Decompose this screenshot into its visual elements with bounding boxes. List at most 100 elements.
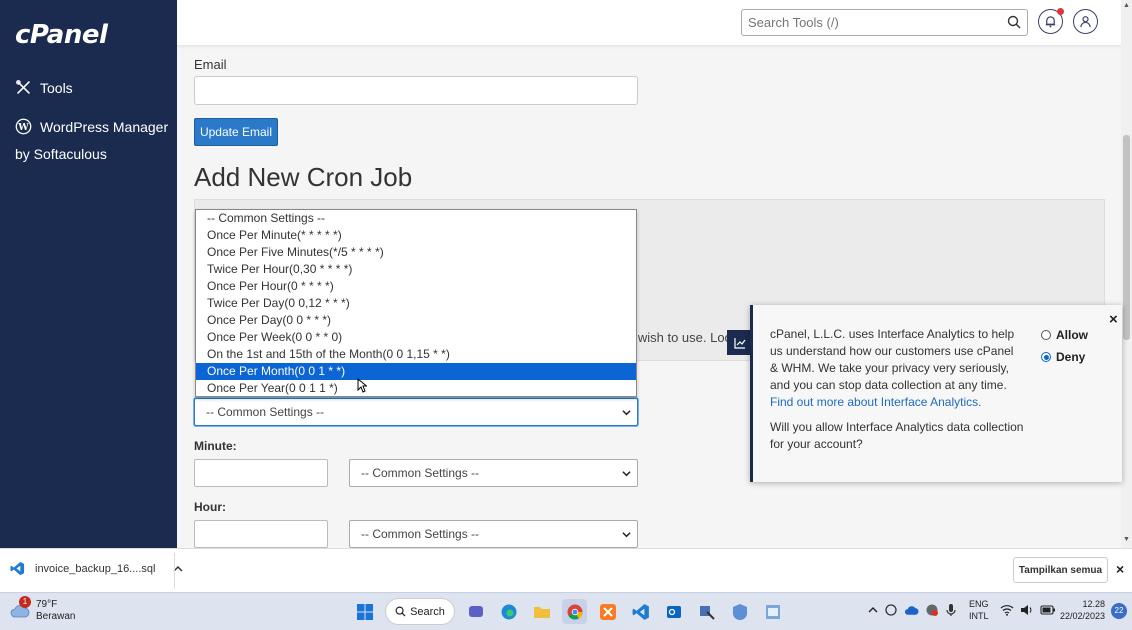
- notification-count-badge[interactable]: 22: [1111, 603, 1127, 619]
- chevron-down-icon: [622, 471, 631, 477]
- security-icon[interactable]: [925, 603, 939, 617]
- file-explorer-app[interactable]: [529, 599, 554, 624]
- search-tools-box[interactable]: [741, 9, 1028, 36]
- sync-icon[interactable]: [884, 603, 898, 617]
- dropdown-option[interactable]: Twice Per Hour(0,30 * * * *): [196, 261, 636, 278]
- teams-app[interactable]: [463, 599, 488, 624]
- app-icon-3[interactable]: [760, 599, 785, 624]
- analytics-question: Will you allow Interface Analytics data …: [770, 420, 1024, 451]
- update-email-button[interactable]: Update Email: [194, 118, 278, 146]
- common-settings-dropdown-list[interactable]: -- Common Settings -- Once Per Minute(* …: [195, 209, 637, 397]
- taskbar-search-label: Search: [410, 605, 445, 618]
- analytics-consent-popup: cPanel, L.L.C. uses Interface Analytics …: [750, 305, 1122, 482]
- xampp-icon: [599, 603, 616, 620]
- system-clock[interactable]: 12.28 22/02/2023: [1060, 598, 1105, 622]
- svg-text:W: W: [17, 122, 29, 133]
- outlook-app[interactable]: [661, 599, 686, 624]
- deny-radio[interactable]: [1041, 352, 1051, 362]
- dropdown-option[interactable]: Once Per Hour(0 * * * *): [196, 278, 636, 295]
- lang-line-2: INTL: [969, 611, 989, 621]
- hour-label: Hour:: [194, 500, 226, 514]
- weather-temp: 79°F: [36, 599, 58, 610]
- dropdown-option[interactable]: Once Per Day(0 0 * * *): [196, 312, 636, 329]
- mouse-cursor-icon: [357, 378, 367, 393]
- wordpress-icon: W: [15, 118, 32, 135]
- chrome-app[interactable]: [562, 599, 587, 624]
- vscode-app[interactable]: [628, 599, 653, 624]
- dropdown-option-highlighted[interactable]: Once Per Month(0 0 1 * *): [196, 363, 636, 380]
- analytics-learn-more-link[interactable]: Find out more about Interface Analytics.: [770, 395, 981, 409]
- edge-icon: [501, 604, 516, 619]
- weather-widget[interactable]: 1 79°F Berawan: [10, 596, 75, 623]
- bell-icon: [1045, 16, 1056, 28]
- cpanel-logo[interactable]: cPanel: [15, 20, 108, 50]
- hour-common-select[interactable]: -- Common Settings --: [349, 520, 638, 548]
- download-item[interactable]: invoice_backup_16....sql: [10, 561, 183, 576]
- dropdown-option[interactable]: Once Per Minute(* * * * *): [196, 227, 636, 244]
- dropdown-option[interactable]: Once Per Week(0 0 * * 0): [196, 329, 636, 346]
- download-filename: invoice_backup_16....sql: [35, 562, 156, 575]
- shield-icon: [732, 603, 747, 620]
- user-menu-button[interactable]: [1073, 9, 1098, 34]
- tools-icon: [16, 80, 30, 94]
- scroll-down-arrow-icon[interactable]: ▼: [1123, 536, 1130, 543]
- minute-field[interactable]: [194, 459, 328, 487]
- app-icon-1[interactable]: [694, 599, 719, 624]
- chevron-up-icon[interactable]: [868, 605, 878, 615]
- hour-field[interactable]: [194, 520, 328, 548]
- app-icon-2[interactable]: [727, 599, 752, 624]
- sidebar: cPanel Tools W WordPress Manager by Soft…: [0, 0, 177, 548]
- volume-icon: [1021, 605, 1032, 615]
- allow-label: Allow: [1056, 328, 1088, 342]
- vscode-file-icon: [10, 561, 25, 576]
- onedrive-cloud-icon[interactable]: [904, 604, 919, 616]
- start-button[interactable]: [352, 599, 377, 624]
- scroll-thumb[interactable]: [1123, 135, 1130, 340]
- download-bar-close-button[interactable]: ×: [1116, 561, 1124, 577]
- page-scrollbar[interactable]: ▲ ▼: [1121, 0, 1132, 548]
- top-bar: [177, 0, 1121, 46]
- download-bar: invoice_backup_16....sql Tampilkan semua…: [0, 548, 1132, 592]
- sidebar-item-tools[interactable]: Tools: [15, 79, 73, 96]
- allow-radio[interactable]: [1041, 330, 1051, 340]
- battery-icon: [1040, 605, 1055, 615]
- dropdown-option[interactable]: On the 1st and 15th of the Month(0 0 1,1…: [196, 346, 636, 363]
- deny-radio-option[interactable]: Deny: [1041, 350, 1085, 364]
- popup-close-button[interactable]: ×: [1109, 311, 1118, 328]
- search-icon[interactable]: [1007, 15, 1021, 29]
- analytics-tab-button[interactable]: [727, 330, 752, 355]
- minute-common-select[interactable]: -- Common Settings --: [349, 459, 638, 487]
- select-value: -- Common Settings --: [206, 405, 325, 419]
- xampp-app[interactable]: [595, 599, 620, 624]
- chart-icon: [733, 337, 745, 349]
- chat-icon: [468, 605, 483, 617]
- sidebar-item-sublabel[interactable]: by Softaculous: [15, 146, 107, 162]
- sidebar-item-wordpress[interactable]: W WordPress Manager: [15, 118, 168, 135]
- dropdown-option[interactable]: Once Per Year(0 0 1 1 *): [196, 380, 636, 397]
- email-field[interactable]: [194, 76, 638, 105]
- taskbar-search-button[interactable]: Search: [385, 598, 455, 625]
- analytics-description: cPanel, L.L.C. uses Interface Analytics …: [770, 326, 1022, 411]
- tool-icon: [699, 605, 715, 620]
- search-tools-input[interactable]: [742, 10, 992, 35]
- edge-app[interactable]: [496, 599, 521, 624]
- dropdown-option[interactable]: Once Per Five Minutes(*/5 * * * *): [196, 244, 636, 261]
- common-settings-select[interactable]: -- Common Settings --: [194, 398, 638, 426]
- scroll-up-arrow-icon[interactable]: ▲: [1123, 2, 1130, 9]
- vscode-icon: [632, 603, 649, 620]
- select-value: -- Common Settings --: [361, 527, 480, 541]
- email-label: Email: [194, 57, 227, 72]
- notifications-button[interactable]: [1038, 8, 1064, 34]
- analytics-text: cPanel, L.L.C. uses Interface Analytics …: [770, 327, 1015, 392]
- clock-date: 22/02/2023: [1060, 611, 1106, 621]
- microphone-icon[interactable]: [945, 603, 957, 617]
- page-title: Add New Cron Job: [194, 162, 413, 192]
- network-volume-battery[interactable]: [1000, 604, 1056, 616]
- show-all-downloads-button[interactable]: Tampilkan semua: [1013, 557, 1108, 583]
- language-indicator[interactable]: ENG INTL: [969, 598, 989, 622]
- dropdown-option[interactable]: Twice Per Day(0 0,12 * * *): [196, 295, 636, 312]
- lang-line-1: ENG: [969, 599, 989, 609]
- allow-radio-option[interactable]: Allow: [1041, 328, 1088, 342]
- dropdown-option[interactable]: -- Common Settings --: [196, 210, 636, 227]
- user-icon: [1080, 16, 1091, 28]
